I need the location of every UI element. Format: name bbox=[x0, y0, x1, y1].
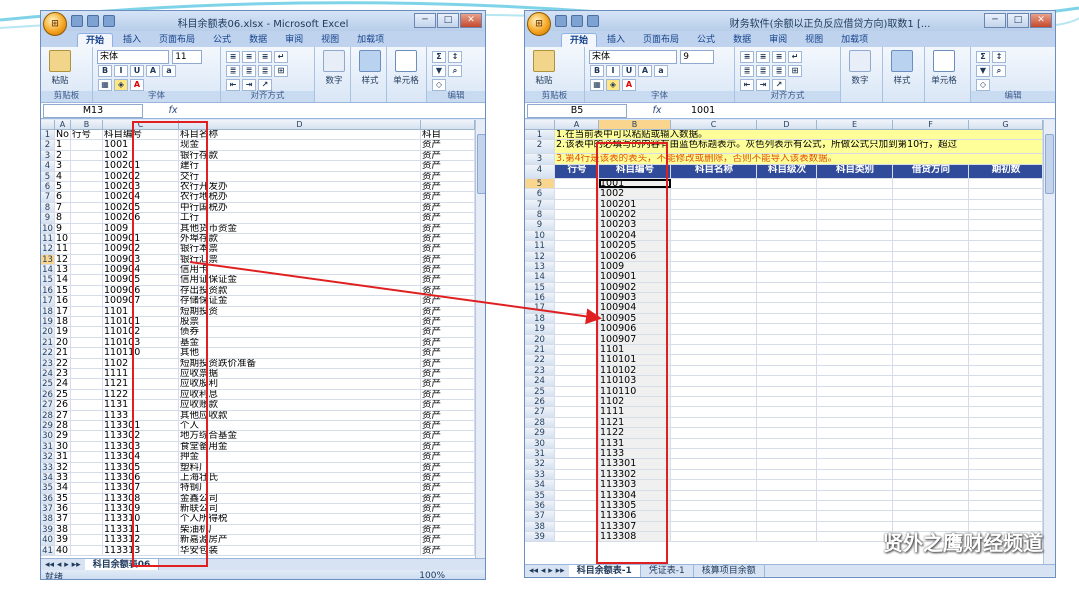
office-button[interactable]: ⊞ bbox=[43, 12, 67, 36]
transfer-arrow bbox=[189, 261, 602, 325]
office-button[interactable]: ⊞ bbox=[527, 12, 551, 36]
watermark: 贤外之鹰财经频道 bbox=[883, 531, 1043, 555]
